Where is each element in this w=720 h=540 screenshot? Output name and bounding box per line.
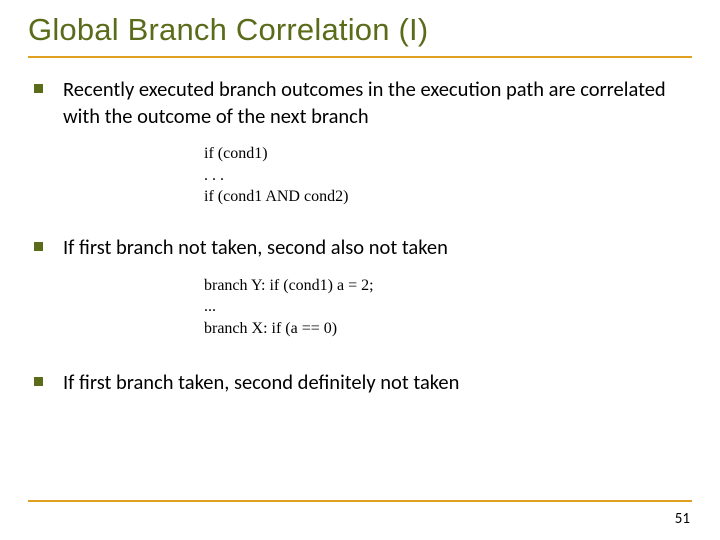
slide: Global Branch Correlation (I) Recently e… [0,0,720,540]
bullet-item: If first branch not taken, second also n… [34,234,692,261]
footer-underline [28,500,692,502]
bullet-text: If first branch taken, second definitely… [63,369,459,396]
title-underline [28,56,692,58]
page-number: 51 [675,510,690,528]
slide-content: Recently executed branch outcomes in the… [28,76,692,396]
code-snippet-2: branch Y: if (cond1) a = 2; ... branch X… [204,275,692,340]
square-bullet-icon [34,377,43,386]
square-bullet-icon [34,84,43,93]
bullet-item: If first branch taken, second definitely… [34,369,692,396]
slide-title: Global Branch Correlation (I) [28,12,692,56]
code-snippet-1: if (cond1) . . . if (cond1 AND cond2) [204,143,692,208]
bullet-text: If first branch not taken, second also n… [63,234,448,261]
bullet-text: Recently executed branch outcomes in the… [63,76,692,129]
bullet-item: Recently executed branch outcomes in the… [34,76,692,129]
square-bullet-icon [34,242,43,251]
